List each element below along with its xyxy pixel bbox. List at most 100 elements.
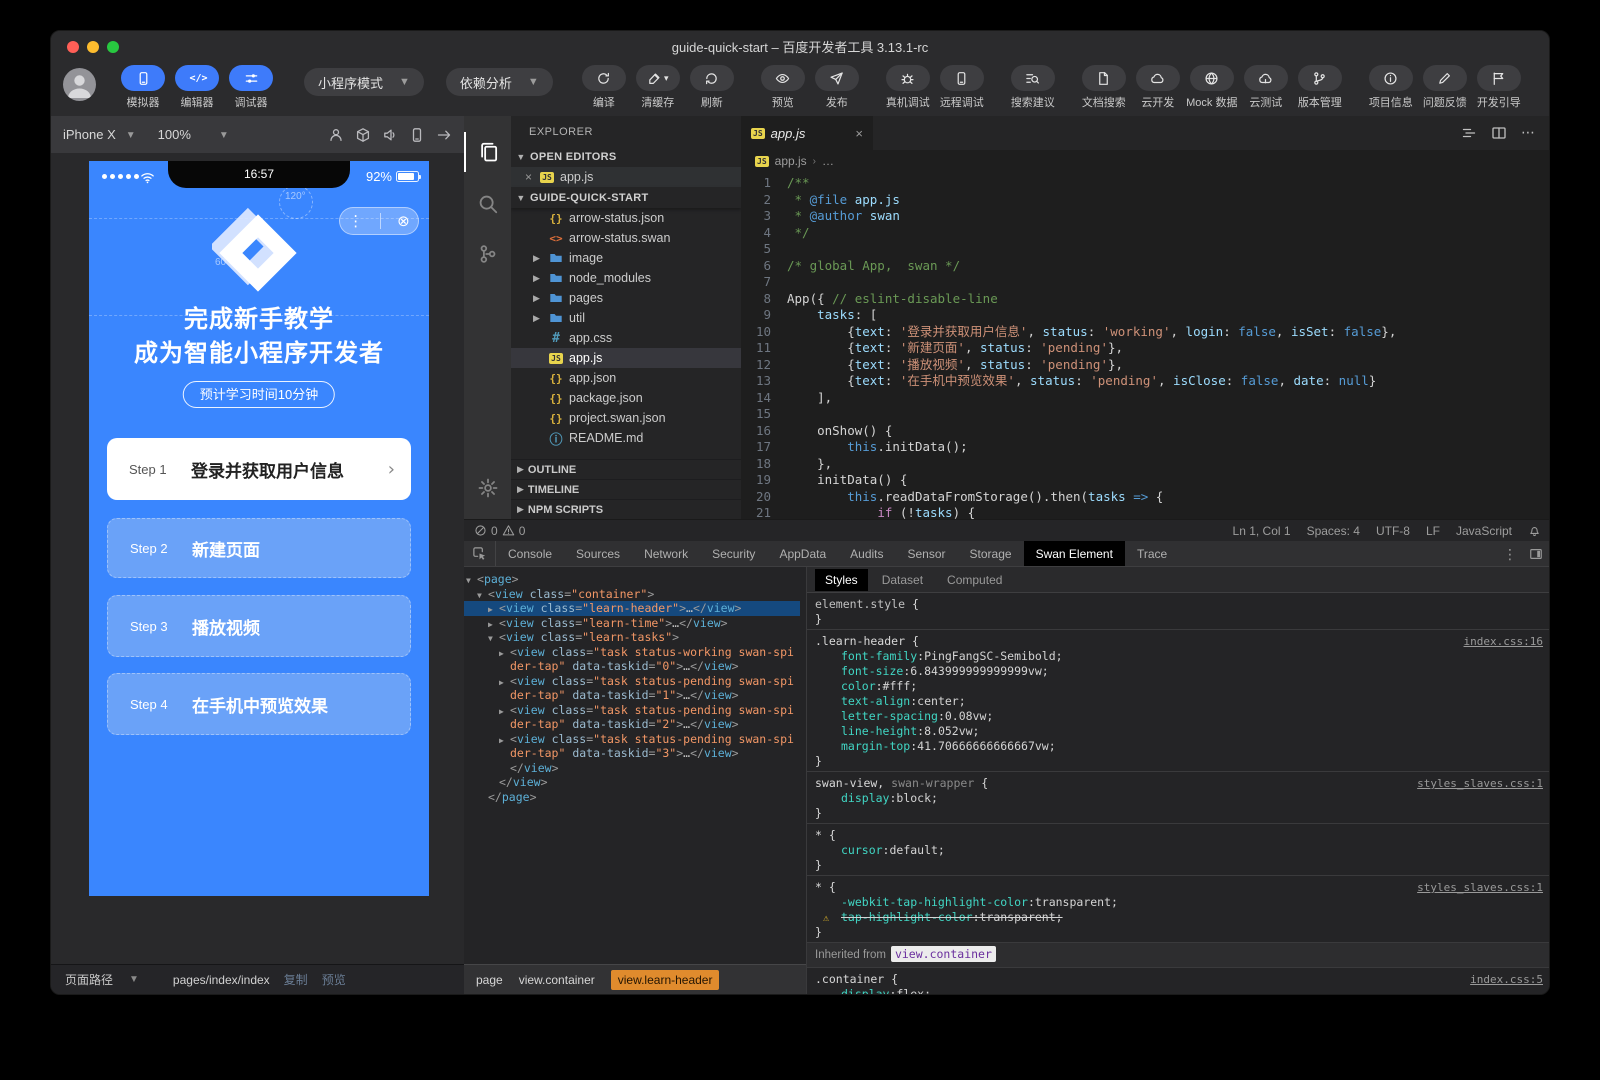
step-card-4[interactable]: Step 4在手机中预览效果 xyxy=(107,673,411,735)
avatar[interactable] xyxy=(63,68,96,101)
zoom-selector[interactable]: 100% ▼ xyxy=(158,127,229,142)
element-node[interactable]: ▶<view class="learn-time">…</view> xyxy=(464,616,800,631)
devtools-tab-sensor[interactable]: Sensor xyxy=(896,541,958,566)
devtools-tab-network[interactable]: Network xyxy=(632,541,700,566)
editor-code[interactable]: 1/**2 * @file app.js3 * @author swan4 */… xyxy=(741,172,1550,519)
element-node[interactable]: ▶<view class="task status-working swan-s… xyxy=(464,645,800,674)
style-rule[interactable]: * {styles_slaves.css:1-webkit-tap-highli… xyxy=(807,876,1550,943)
toolbar-flag-button[interactable]: 开发引导 xyxy=(1472,65,1526,110)
style-property[interactable]: -webkit-tap-highlight-color:transparent; xyxy=(815,895,1543,910)
bell-icon[interactable] xyxy=(1528,524,1541,537)
style-property[interactable]: color:#fff; xyxy=(815,679,1543,694)
sidebar-section-timeline[interactable]: ▶TIMELINE xyxy=(511,479,741,499)
style-property[interactable]: cursor:default; xyxy=(815,843,1543,858)
source-control-icon[interactable] xyxy=(464,234,511,274)
style-property[interactable]: ⚠tap-highlight-color:transparent; xyxy=(815,910,1543,925)
toolbar-search-lines-button[interactable]: 搜索建议 xyxy=(1006,65,1060,110)
breadcrumb[interactable]: JS app.js › … xyxy=(741,150,1550,172)
toolbar-refresh-button[interactable]: 刷新 xyxy=(685,65,739,110)
file-row-project.swan.json[interactable]: {}project.swan.json xyxy=(511,408,741,428)
cube-icon[interactable] xyxy=(355,127,371,143)
toolbar-eye-button[interactable]: 预览 xyxy=(756,65,810,110)
arrow-right-icon[interactable] xyxy=(436,127,452,143)
toolbar-bug-button[interactable]: 真机调试 xyxy=(881,65,935,110)
style-source-link[interactable]: index.css:5 xyxy=(1470,972,1543,987)
expand-icon[interactable]: ▶ xyxy=(499,647,504,662)
styles-tab-dataset[interactable]: Dataset xyxy=(872,569,933,591)
preview-path-button[interactable]: 预览 xyxy=(322,971,346,988)
project-header[interactable]: ▼GUIDE-QUICK-START xyxy=(511,187,741,208)
step-card-2[interactable]: Step 2新建页面 xyxy=(107,518,411,578)
dock-side-icon[interactable] xyxy=(1529,547,1543,561)
person-icon[interactable] xyxy=(328,127,344,143)
status-item-1[interactable]: Spaces: 4 xyxy=(1307,524,1360,538)
devtools-tab-console[interactable]: Console xyxy=(496,541,564,566)
problems-indicator[interactable]: 0 0 xyxy=(474,524,525,538)
elements-crumb[interactable]: view.learn-header xyxy=(611,970,720,990)
style-property[interactable]: letter-spacing:0.08vw; xyxy=(815,709,1543,724)
style-source-link[interactable]: index.css:16 xyxy=(1464,634,1543,649)
split-icon[interactable] xyxy=(1491,125,1507,141)
toolbar-cloud-button[interactable]: 云开发 xyxy=(1131,65,1185,110)
status-item-4[interactable]: JavaScript xyxy=(1456,524,1512,538)
sidebar-section-npm-scripts[interactable]: ▶NPM SCRIPTS xyxy=(511,499,741,519)
copy-path-button[interactable]: 复制 xyxy=(284,971,308,988)
inherited-selector-chip[interactable]: view.container xyxy=(891,946,996,962)
toolbar-dropdown-1[interactable]: 依赖分析▼ xyxy=(446,68,553,96)
toolbar-globe-button[interactable]: Mock 数据 xyxy=(1185,65,1239,110)
devtools-tab-audits[interactable]: Audits xyxy=(838,541,895,566)
file-row-arrow-status.swan[interactable]: <>arrow-status.swan xyxy=(511,228,741,248)
devtools-tab-sources[interactable]: Sources xyxy=(564,541,632,566)
devtools-tab-security[interactable]: Security xyxy=(700,541,767,566)
styles-tab-computed[interactable]: Computed xyxy=(937,569,1012,591)
status-item-2[interactable]: UTF-8 xyxy=(1376,524,1410,538)
more-icon[interactable]: ⋯ xyxy=(1521,125,1537,141)
element-node[interactable]: ▼<view class="container"> xyxy=(464,587,800,602)
mode-sliders-button[interactable]: 调试器 xyxy=(224,65,278,110)
element-node[interactable]: ▶<view class="learn-header">…</view> xyxy=(464,601,800,616)
explorer-icon[interactable] xyxy=(464,132,511,172)
outline-icon[interactable] xyxy=(1461,125,1477,141)
style-rule[interactable]: * {cursor:default;} xyxy=(807,824,1550,876)
more-menu-icon[interactable]: ⋮ xyxy=(348,214,363,229)
file-row-app.json[interactable]: {}app.json xyxy=(511,368,741,388)
toolbar-cloud-up-button[interactable]: 云测试 xyxy=(1239,65,1293,110)
style-property[interactable]: display:block; xyxy=(815,791,1543,806)
toolbar-brush-button[interactable]: ▾清缓存 xyxy=(631,65,685,110)
file-row-app.css[interactable]: #app.css xyxy=(511,328,741,348)
elements-crumb[interactable]: page xyxy=(476,973,503,987)
file-row-util[interactable]: ▶util xyxy=(511,308,741,328)
elements-tree[interactable]: ▼<page>▼<view class="container">▶<view c… xyxy=(464,567,806,964)
close-editor-icon[interactable]: × xyxy=(525,170,532,184)
close-tab-icon[interactable]: × xyxy=(855,126,863,141)
element-node[interactable]: ▶<view class="task status-pending swan-s… xyxy=(464,703,800,732)
style-rule[interactable]: .learn-header {index.css:16font-family:P… xyxy=(807,630,1550,772)
style-property[interactable]: font-family:PingFangSC-Semibold; xyxy=(815,649,1543,664)
file-row-package.json[interactable]: {}package.json xyxy=(511,388,741,408)
style-rule[interactable]: .container {index.css:5display:flex;flex… xyxy=(807,968,1550,994)
style-rule[interactable]: swan-view, swan-wrapper {styles_slaves.c… xyxy=(807,772,1550,824)
toolbar-compile-button[interactable]: 编译 xyxy=(577,65,631,110)
style-rule[interactable]: element.style {} xyxy=(807,593,1550,630)
open-editors-header[interactable]: ▼OPEN EDITORS xyxy=(511,146,741,167)
tab-app-js[interactable]: JS app.js × xyxy=(741,116,873,150)
chevron-down-icon[interactable]: ▼ xyxy=(129,974,139,985)
toolbar-pencil-button[interactable]: 问题反馈 xyxy=(1418,65,1472,110)
file-row-node_modules[interactable]: ▶node_modules xyxy=(511,268,741,288)
toolbar-info-button[interactable]: 项目信息 xyxy=(1364,65,1418,110)
style-property[interactable]: display:flex; xyxy=(815,987,1543,994)
mode-code-button[interactable]: </>编辑器 xyxy=(170,65,224,110)
style-property[interactable]: font-size:6.843999999999999vw; xyxy=(815,664,1543,679)
element-node[interactable]: </view> xyxy=(464,761,800,776)
devtools-tab-appdata[interactable]: AppData xyxy=(767,541,838,566)
toolbar-branch-button[interactable]: 版本管理 xyxy=(1293,65,1347,110)
toolbar-device-button[interactable]: 远程调试 xyxy=(935,65,989,110)
expand-icon[interactable]: ▶ xyxy=(499,734,504,749)
devtools-more-icon[interactable]: ⋮ xyxy=(1503,546,1517,563)
status-item-0[interactable]: Ln 1, Col 1 xyxy=(1233,524,1291,538)
devtools-tab-trace[interactable]: Trace xyxy=(1125,541,1179,566)
file-row-README.md[interactable]: ⓘREADME.md xyxy=(511,428,741,448)
element-node[interactable]: ▼<page> xyxy=(464,572,800,587)
step-card-1[interactable]: Step 1登录并获取用户信息› xyxy=(107,438,411,500)
style-property[interactable]: text-align:center; xyxy=(815,694,1543,709)
